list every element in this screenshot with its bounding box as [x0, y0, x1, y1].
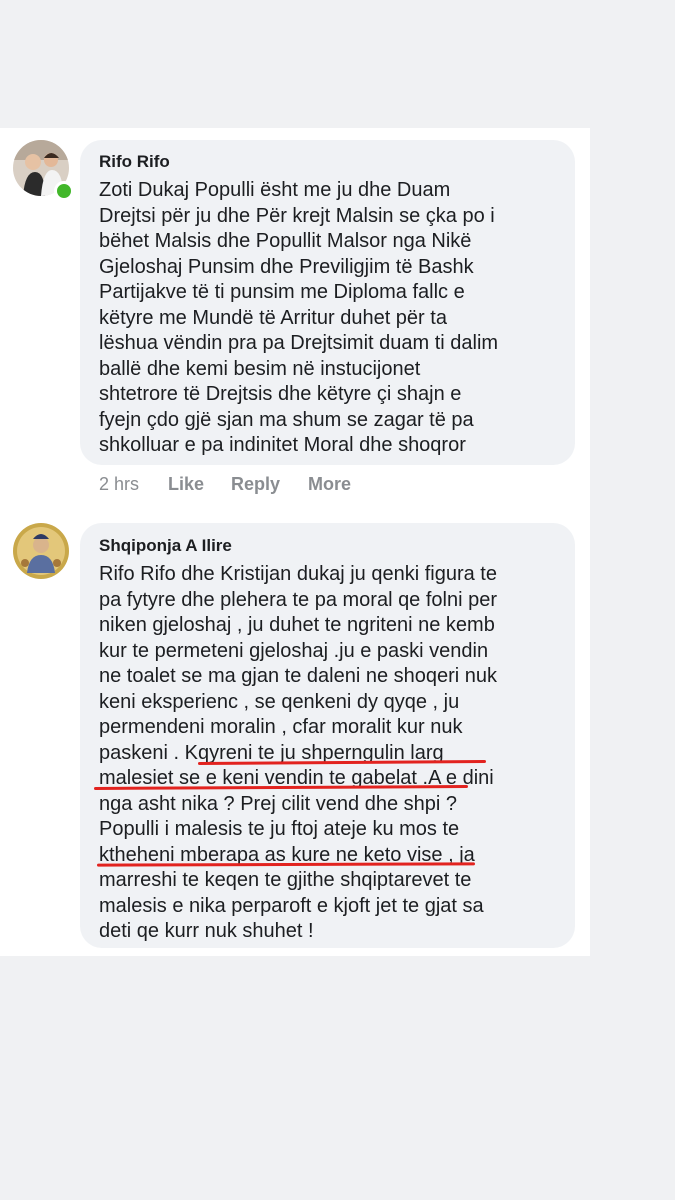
comment-line: pa fytyre dhe plehera te pa moral qe fol…	[99, 588, 498, 611]
comment-line: marreshi te keqen te gjithe shqiptarevet…	[99, 869, 472, 891]
comment-line: shkolluar e pa indinitet Moral dhe shoqr…	[99, 434, 466, 456]
reply-button[interactable]: Reply	[231, 474, 280, 495]
comment-author[interactable]: Shqiponja A Ilire	[99, 536, 232, 556]
comment-text: Zoti Dukaj Populli ësht me ju dhe Duam D…	[99, 178, 498, 459]
avatar-shqiponja-a-ilire[interactable]	[13, 523, 69, 579]
comment-line: niken gjeloshaj , ju duhet te ngriteni n…	[99, 614, 495, 636]
comment-line: këtyre me Mundë të Arritur duhet për ta	[99, 306, 447, 329]
comment-line: lëshua vëndin pra pa Drejtsimit duam ti …	[99, 332, 499, 354]
like-button[interactable]: Like	[168, 474, 204, 495]
comment-line: fyejn çdo gjë sjan ma shum se zagar të p…	[99, 408, 474, 431]
comment-line: nga asht nika ? Prej cilit vend dhe shpi…	[99, 792, 457, 815]
comment-line: Zoti Dukaj Populli ësht me ju dhe Duam	[99, 179, 451, 201]
comment-text: Rifo Rifo dhe Kristijan dukaj ju qenki f…	[99, 562, 497, 945]
comment-line: Populli i malesis te ju ftoj ateje ku mo…	[99, 818, 460, 840]
comment-timestamp[interactable]: 2 hrs	[99, 474, 139, 495]
comment-author[interactable]: Rifo Rifo	[99, 152, 170, 172]
comment-line: Partijakve të ti punsim me Diploma fallc…	[99, 281, 465, 303]
comment-line: deti qe kurr nuk shuhet !	[99, 920, 314, 942]
online-status-dot	[54, 181, 74, 201]
comment-line: ne toalet se ma gjan te daleni ne shoqer…	[99, 665, 498, 687]
comment-line: Drejtsi për ju dhe Për krejt Malsin se ç…	[99, 204, 495, 227]
comment-line: Gjeloshaj Punsim dhe Previligjim të Bash…	[99, 255, 474, 278]
comment-line: permendeni moralin , cfar moralit kur nu…	[99, 716, 463, 738]
more-button[interactable]: More	[308, 474, 351, 495]
comment-line: malesis e nika perparoft e kjoft jet te …	[99, 894, 484, 917]
comment-line: shtetrore të Drejtsis dhe këtyre çi shaj…	[99, 383, 462, 405]
comment-line: bëhet Malsis dhe Popullit Malsor nga Nik…	[99, 230, 472, 252]
comment-line: Rifo Rifo dhe Kristijan dukaj ju qenki f…	[99, 563, 497, 585]
comment-line: kur te permeteni gjeloshaj .ju e paski v…	[99, 639, 489, 662]
comment-line: ballë dhe kemi besim në instucijonet	[99, 357, 421, 380]
comment-line: keni eksperienc , se qenkeni dy qyqe , j…	[99, 690, 460, 713]
